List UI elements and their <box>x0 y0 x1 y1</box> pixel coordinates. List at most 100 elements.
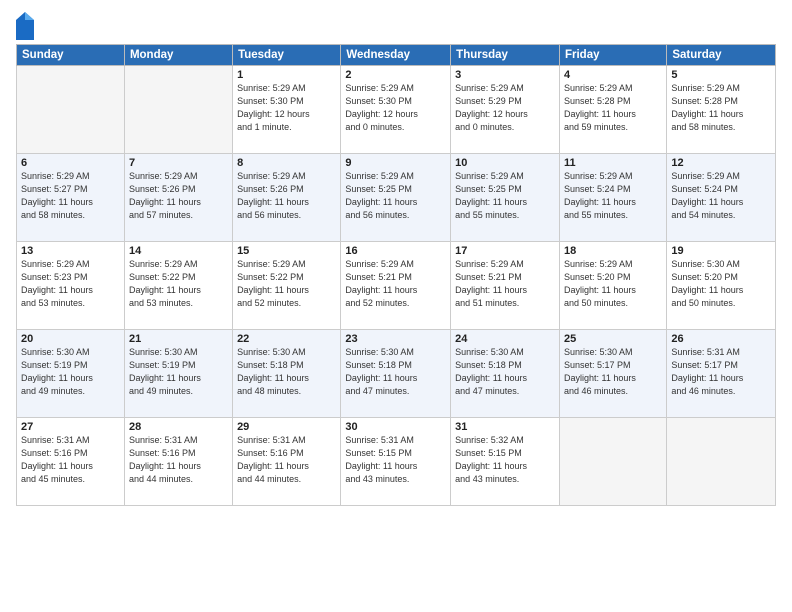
calendar-week-row: 20Sunrise: 5:30 AM Sunset: 5:19 PM Dayli… <box>17 330 776 418</box>
day-number: 16 <box>345 245 446 257</box>
day-number: 25 <box>564 333 662 345</box>
day-info: Sunrise: 5:31 AM Sunset: 5:16 PM Dayligh… <box>129 434 228 486</box>
day-number: 24 <box>455 333 555 345</box>
calendar-cell: 20Sunrise: 5:30 AM Sunset: 5:19 PM Dayli… <box>17 330 125 418</box>
day-number: 12 <box>671 157 771 169</box>
calendar-cell: 4Sunrise: 5:29 AM Sunset: 5:28 PM Daylig… <box>559 66 666 154</box>
day-number: 29 <box>237 421 336 433</box>
day-info: Sunrise: 5:30 AM Sunset: 5:18 PM Dayligh… <box>237 346 336 398</box>
day-number: 20 <box>21 333 120 345</box>
calendar-cell: 3Sunrise: 5:29 AM Sunset: 5:29 PM Daylig… <box>451 66 560 154</box>
weekday-header: Tuesday <box>233 45 341 66</box>
calendar-cell: 19Sunrise: 5:30 AM Sunset: 5:20 PM Dayli… <box>667 242 776 330</box>
day-number: 14 <box>129 245 228 257</box>
calendar-cell: 11Sunrise: 5:29 AM Sunset: 5:24 PM Dayli… <box>559 154 666 242</box>
day-number: 28 <box>129 421 228 433</box>
calendar-cell: 12Sunrise: 5:29 AM Sunset: 5:24 PM Dayli… <box>667 154 776 242</box>
day-info: Sunrise: 5:29 AM Sunset: 5:27 PM Dayligh… <box>21 170 120 222</box>
weekday-header: Monday <box>124 45 232 66</box>
calendar-cell: 28Sunrise: 5:31 AM Sunset: 5:16 PM Dayli… <box>124 418 232 506</box>
weekday-header: Friday <box>559 45 666 66</box>
day-number: 7 <box>129 157 228 169</box>
calendar-cell <box>17 66 125 154</box>
day-info: Sunrise: 5:29 AM Sunset: 5:30 PM Dayligh… <box>345 82 446 134</box>
day-number: 10 <box>455 157 555 169</box>
day-info: Sunrise: 5:29 AM Sunset: 5:26 PM Dayligh… <box>129 170 228 222</box>
calendar-cell: 6Sunrise: 5:29 AM Sunset: 5:27 PM Daylig… <box>17 154 125 242</box>
day-number: 11 <box>564 157 662 169</box>
day-info: Sunrise: 5:29 AM Sunset: 5:20 PM Dayligh… <box>564 258 662 310</box>
day-number: 31 <box>455 421 555 433</box>
day-info: Sunrise: 5:31 AM Sunset: 5:16 PM Dayligh… <box>237 434 336 486</box>
header <box>16 12 776 40</box>
calendar-cell <box>667 418 776 506</box>
calendar-cell: 18Sunrise: 5:29 AM Sunset: 5:20 PM Dayli… <box>559 242 666 330</box>
day-info: Sunrise: 5:29 AM Sunset: 5:25 PM Dayligh… <box>455 170 555 222</box>
calendar-cell: 21Sunrise: 5:30 AM Sunset: 5:19 PM Dayli… <box>124 330 232 418</box>
calendar-week-row: 27Sunrise: 5:31 AM Sunset: 5:16 PM Dayli… <box>17 418 776 506</box>
day-info: Sunrise: 5:31 AM Sunset: 5:17 PM Dayligh… <box>671 346 771 398</box>
calendar-cell <box>124 66 232 154</box>
day-number: 5 <box>671 69 771 81</box>
calendar-cell: 5Sunrise: 5:29 AM Sunset: 5:28 PM Daylig… <box>667 66 776 154</box>
day-number: 15 <box>237 245 336 257</box>
day-info: Sunrise: 5:29 AM Sunset: 5:29 PM Dayligh… <box>455 82 555 134</box>
calendar-cell <box>559 418 666 506</box>
calendar-cell: 25Sunrise: 5:30 AM Sunset: 5:17 PM Dayli… <box>559 330 666 418</box>
day-info: Sunrise: 5:30 AM Sunset: 5:19 PM Dayligh… <box>129 346 228 398</box>
day-number: 9 <box>345 157 446 169</box>
day-info: Sunrise: 5:30 AM Sunset: 5:18 PM Dayligh… <box>455 346 555 398</box>
day-info: Sunrise: 5:29 AM Sunset: 5:22 PM Dayligh… <box>129 258 228 310</box>
day-number: 17 <box>455 245 555 257</box>
day-number: 26 <box>671 333 771 345</box>
day-info: Sunrise: 5:29 AM Sunset: 5:24 PM Dayligh… <box>564 170 662 222</box>
calendar-cell: 8Sunrise: 5:29 AM Sunset: 5:26 PM Daylig… <box>233 154 341 242</box>
calendar-cell: 22Sunrise: 5:30 AM Sunset: 5:18 PM Dayli… <box>233 330 341 418</box>
calendar-cell: 15Sunrise: 5:29 AM Sunset: 5:22 PM Dayli… <box>233 242 341 330</box>
day-number: 13 <box>21 245 120 257</box>
day-info: Sunrise: 5:29 AM Sunset: 5:28 PM Dayligh… <box>671 82 771 134</box>
day-info: Sunrise: 5:31 AM Sunset: 5:16 PM Dayligh… <box>21 434 120 486</box>
day-info: Sunrise: 5:31 AM Sunset: 5:15 PM Dayligh… <box>345 434 446 486</box>
day-info: Sunrise: 5:32 AM Sunset: 5:15 PM Dayligh… <box>455 434 555 486</box>
logo-icon <box>16 12 34 40</box>
page: SundayMondayTuesdayWednesdayThursdayFrid… <box>0 0 792 612</box>
calendar-cell: 30Sunrise: 5:31 AM Sunset: 5:15 PM Dayli… <box>341 418 451 506</box>
calendar-cell: 17Sunrise: 5:29 AM Sunset: 5:21 PM Dayli… <box>451 242 560 330</box>
day-number: 19 <box>671 245 771 257</box>
calendar-cell: 13Sunrise: 5:29 AM Sunset: 5:23 PM Dayli… <box>17 242 125 330</box>
day-info: Sunrise: 5:29 AM Sunset: 5:28 PM Dayligh… <box>564 82 662 134</box>
day-info: Sunrise: 5:30 AM Sunset: 5:19 PM Dayligh… <box>21 346 120 398</box>
weekday-header: Thursday <box>451 45 560 66</box>
day-number: 8 <box>237 157 336 169</box>
weekday-header: Wednesday <box>341 45 451 66</box>
day-info: Sunrise: 5:29 AM Sunset: 5:30 PM Dayligh… <box>237 82 336 134</box>
day-number: 23 <box>345 333 446 345</box>
calendar-cell: 26Sunrise: 5:31 AM Sunset: 5:17 PM Dayli… <box>667 330 776 418</box>
day-number: 4 <box>564 69 662 81</box>
day-info: Sunrise: 5:29 AM Sunset: 5:24 PM Dayligh… <box>671 170 771 222</box>
calendar-cell: 31Sunrise: 5:32 AM Sunset: 5:15 PM Dayli… <box>451 418 560 506</box>
day-number: 6 <box>21 157 120 169</box>
calendar-cell: 7Sunrise: 5:29 AM Sunset: 5:26 PM Daylig… <box>124 154 232 242</box>
day-info: Sunrise: 5:29 AM Sunset: 5:21 PM Dayligh… <box>455 258 555 310</box>
day-number: 27 <box>21 421 120 433</box>
day-info: Sunrise: 5:30 AM Sunset: 5:17 PM Dayligh… <box>564 346 662 398</box>
calendar: SundayMondayTuesdayWednesdayThursdayFrid… <box>16 44 776 506</box>
calendar-cell: 27Sunrise: 5:31 AM Sunset: 5:16 PM Dayli… <box>17 418 125 506</box>
day-info: Sunrise: 5:29 AM Sunset: 5:23 PM Dayligh… <box>21 258 120 310</box>
day-info: Sunrise: 5:29 AM Sunset: 5:26 PM Dayligh… <box>237 170 336 222</box>
calendar-cell: 24Sunrise: 5:30 AM Sunset: 5:18 PM Dayli… <box>451 330 560 418</box>
calendar-week-row: 13Sunrise: 5:29 AM Sunset: 5:23 PM Dayli… <box>17 242 776 330</box>
day-info: Sunrise: 5:30 AM Sunset: 5:18 PM Dayligh… <box>345 346 446 398</box>
calendar-week-row: 6Sunrise: 5:29 AM Sunset: 5:27 PM Daylig… <box>17 154 776 242</box>
day-number: 1 <box>237 69 336 81</box>
calendar-cell: 16Sunrise: 5:29 AM Sunset: 5:21 PM Dayli… <box>341 242 451 330</box>
day-number: 21 <box>129 333 228 345</box>
day-info: Sunrise: 5:29 AM Sunset: 5:21 PM Dayligh… <box>345 258 446 310</box>
day-info: Sunrise: 5:29 AM Sunset: 5:25 PM Dayligh… <box>345 170 446 222</box>
weekday-header: Saturday <box>667 45 776 66</box>
day-number: 3 <box>455 69 555 81</box>
logo <box>16 12 37 40</box>
calendar-cell: 9Sunrise: 5:29 AM Sunset: 5:25 PM Daylig… <box>341 154 451 242</box>
